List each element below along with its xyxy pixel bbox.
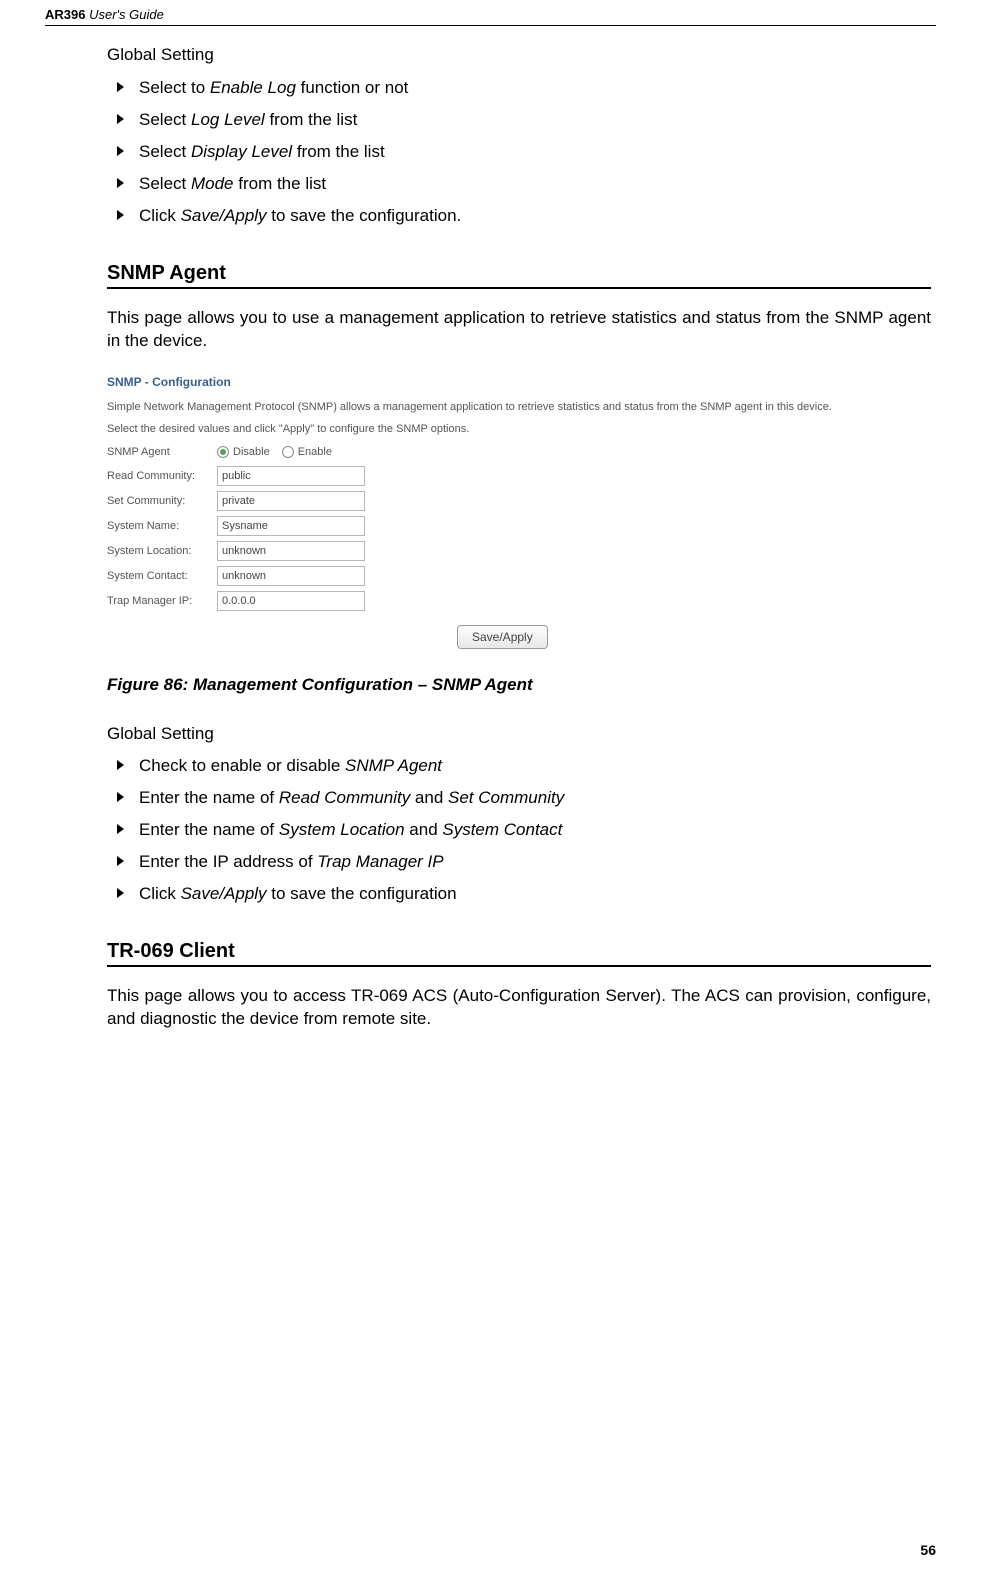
list-item: Enter the name of System Location and Sy…: [117, 819, 931, 842]
system-location-label: System Location:: [107, 545, 217, 557]
tr069-intro-paragraph: This page allows you to access TR-069 AC…: [107, 985, 931, 1031]
figure-86-caption: Figure 86: Management Configuration – SN…: [107, 675, 931, 695]
snmp-intro-paragraph: This page allows you to use a management…: [107, 307, 931, 353]
page-header: AR396 User's Guide: [45, 0, 936, 26]
global-setting-label-1: Global Setting: [107, 44, 931, 67]
tr069-heading: TR-069 Client: [107, 940, 931, 965]
list-item: Click Save/Apply to save the configurati…: [117, 205, 931, 228]
bullet-list-1: Select to Enable Log function or not Sel…: [117, 77, 931, 228]
trap-manager-ip-label: Trap Manager IP:: [107, 595, 217, 607]
section-heading-wrap: SNMP Agent: [107, 262, 931, 289]
list-item: Enter the IP address of Trap Manager IP: [117, 851, 931, 874]
list-item: Select Display Level from the list: [117, 141, 931, 164]
snmp-agent-heading: SNMP Agent: [107, 262, 931, 287]
save-apply-button[interactable]: Save/Apply: [457, 625, 548, 649]
system-name-input[interactable]: [217, 516, 365, 536]
system-contact-label: System Contact:: [107, 570, 217, 582]
snmp-disable-radio[interactable]: [217, 446, 229, 458]
system-contact-input[interactable]: [217, 566, 365, 586]
list-item: Select to Enable Log function or not: [117, 77, 931, 100]
list-item: Select Log Level from the list: [117, 109, 931, 132]
list-item: Enter the name of Read Community and Set…: [117, 787, 931, 810]
system-name-label: System Name:: [107, 520, 217, 532]
read-community-label: Read Community:: [107, 470, 217, 482]
list-item: Select Mode from the list: [117, 173, 931, 196]
snmp-config-desc2: Select the desired values and click "App…: [107, 421, 931, 438]
snmp-agent-label: SNMP Agent: [107, 446, 217, 458]
section-heading-wrap: TR-069 Client: [107, 940, 931, 967]
product-name: AR396: [45, 7, 85, 22]
trap-manager-ip-input[interactable]: [217, 591, 365, 611]
set-community-label: Set Community:: [107, 495, 217, 507]
snmp-disable-label: Disable: [233, 446, 270, 458]
snmp-enable-radio[interactable]: [282, 446, 294, 458]
list-item: Click Save/Apply to save the configurati…: [117, 883, 931, 906]
page-number: 56: [920, 1542, 936, 1558]
system-location-input[interactable]: [217, 541, 365, 561]
global-setting-label-2: Global Setting: [107, 723, 931, 746]
header-subtitle: User's Guide: [89, 7, 164, 22]
snmp-config-desc1: Simple Network Management Protocol (SNMP…: [107, 399, 931, 416]
set-community-input[interactable]: [217, 491, 365, 511]
snmp-config-figure: SNMP - Configuration Simple Network Mana…: [107, 367, 931, 657]
snmp-config-title: SNMP - Configuration: [107, 375, 931, 389]
read-community-input[interactable]: [217, 466, 365, 486]
list-item: Check to enable or disable SNMP Agent: [117, 755, 931, 778]
snmp-enable-label: Enable: [298, 446, 332, 458]
bullet-list-2: Check to enable or disable SNMP Agent En…: [117, 755, 931, 906]
